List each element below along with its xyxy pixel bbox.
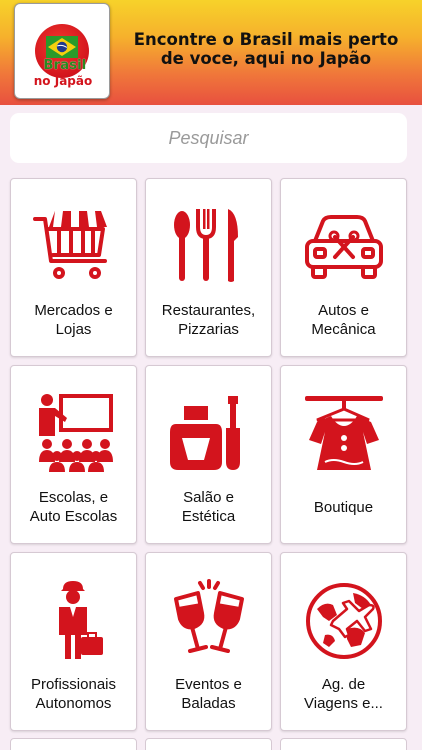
classroom-icon [39, 394, 113, 472]
category-label: Autos e Mecânica [311, 302, 376, 338]
cutlery-icon [174, 209, 238, 282]
tagline-line-1: Encontre o Brasil mais perto [133, 30, 399, 49]
category-label: Ag. de Viagens e... [304, 676, 383, 712]
logo-text-no-japao: no Japão [33, 74, 93, 88]
category-label: Boutique [313, 499, 374, 516]
category-tile-viagens[interactable]: Ag. de Viagens e... [280, 552, 407, 731]
header-tagline: Encontre o Brasil mais perto de voce, aq… [116, 30, 416, 68]
category-tile-partial[interactable] [145, 738, 272, 750]
app-header: Brasil no Japão Encontre o Brasil mais p… [0, 0, 422, 105]
cheers-glasses-icon [174, 579, 244, 653]
category-label: Profissionais Autonomos [30, 676, 117, 712]
category-tile-autos[interactable]: Autos e Mecânica [280, 178, 407, 357]
category-tile-salao[interactable]: Salão e Estética [145, 365, 272, 544]
category-tile-partial[interactable] [280, 738, 407, 750]
car-repair-icon [305, 215, 383, 279]
category-tile-boutique[interactable]: Boutique [280, 365, 407, 544]
brazil-flag-icon [46, 36, 78, 58]
category-label: Mercados e Lojas [34, 302, 113, 338]
category-label: Escolas, e Auto Escolas [29, 489, 118, 525]
category-tile-eventos[interactable]: Eventos e Baladas [145, 552, 272, 731]
worker-briefcase-icon [59, 581, 103, 659]
shopping-cart-store-icon [33, 211, 107, 279]
travel-globe-plane-icon [306, 583, 382, 659]
category-tile-partial[interactable] [10, 738, 137, 750]
category-tile-profissionais[interactable]: Profissionais Autonomos [10, 552, 137, 731]
category-tile-escolas[interactable]: Escolas, e Auto Escolas [10, 365, 137, 544]
dress-hanger-icon [305, 396, 383, 470]
category-label: Restaurantes, Pizzarias [161, 302, 256, 338]
category-label: Salão e Estética [181, 489, 236, 525]
category-label: Eventos e Baladas [175, 676, 242, 712]
search-bar [10, 113, 407, 163]
logo-text-brasil: Brasil [43, 58, 87, 73]
category-tile-mercados[interactable]: Mercados e Lojas [10, 178, 137, 357]
app-logo[interactable]: Brasil no Japão [14, 3, 110, 99]
search-input[interactable] [10, 113, 407, 163]
tagline-line-2: de voce, aqui no Japão [160, 49, 372, 68]
nail-polish-icon [170, 396, 240, 470]
category-tile-restaurantes[interactable]: Restaurantes, Pizzarias [145, 178, 272, 357]
